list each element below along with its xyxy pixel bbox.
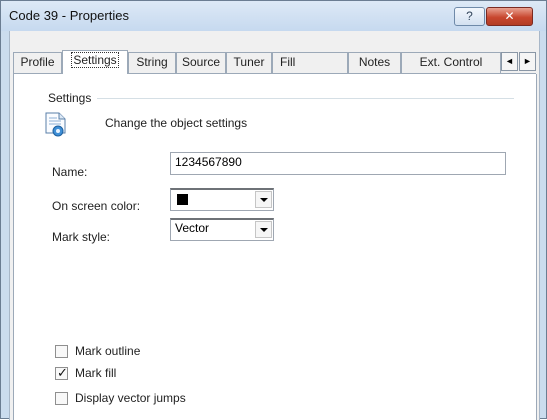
- tab-scroll-buttons: ◄ ►: [501, 52, 537, 71]
- tab-ext-control[interactable]: Ext. Control: [401, 52, 501, 73]
- settings-description: Change the object settings: [105, 116, 248, 130]
- chevron-down-icon[interactable]: [255, 221, 272, 238]
- mark-outline-checkbox[interactable]: [55, 345, 68, 358]
- help-button[interactable]: ?: [454, 7, 485, 26]
- mark-style-select[interactable]: Vector: [170, 218, 274, 241]
- mark-style-label: Mark style:: [52, 230, 111, 244]
- dialog-client: Profile Settings String Source Tuner Fil…: [9, 31, 540, 420]
- settings-group-label: Settings: [48, 91, 92, 105]
- name-field[interactable]: 1234567890: [170, 152, 506, 175]
- tab-notes[interactable]: Notes: [348, 52, 401, 73]
- tab-source[interactable]: Source: [176, 52, 226, 73]
- display-vector-jumps-checkbox[interactable]: [55, 392, 68, 405]
- on-screen-color-label: On screen color:: [52, 199, 141, 213]
- window-title: Code 39 - Properties: [9, 8, 129, 23]
- close-button[interactable]: ✕: [486, 7, 533, 26]
- mark-fill-label: Mark fill: [75, 366, 117, 380]
- name-label: Name:: [52, 165, 88, 179]
- document-settings-icon: [45, 112, 66, 137]
- tab-tuner[interactable]: Tuner: [226, 52, 272, 73]
- settings-group-divider: [97, 98, 514, 99]
- tab-scroll-left-icon[interactable]: ◄: [501, 52, 518, 71]
- color-swatch: [177, 194, 188, 205]
- on-screen-color-select[interactable]: [170, 188, 274, 211]
- mark-style-value: Vector: [175, 221, 210, 235]
- mark-outline-label: Mark outline: [75, 344, 141, 358]
- tab-scroll-right-icon[interactable]: ►: [519, 52, 536, 71]
- tab-string[interactable]: String: [128, 52, 176, 73]
- tab-profile[interactable]: Profile: [13, 52, 62, 73]
- display-vector-jumps-label: Display vector jumps: [75, 391, 186, 405]
- mark-fill-checkbox[interactable]: [55, 365, 68, 381]
- properties-window: Code 39 - Properties ? ✕ Profile Setting…: [0, 0, 547, 420]
- chevron-down-icon[interactable]: [255, 191, 272, 208]
- title-bar[interactable]: Code 39 - Properties ? ✕: [1, 1, 546, 31]
- tab-settings[interactable]: Settings: [62, 50, 128, 74]
- tab-fill[interactable]: Fill: [272, 52, 348, 73]
